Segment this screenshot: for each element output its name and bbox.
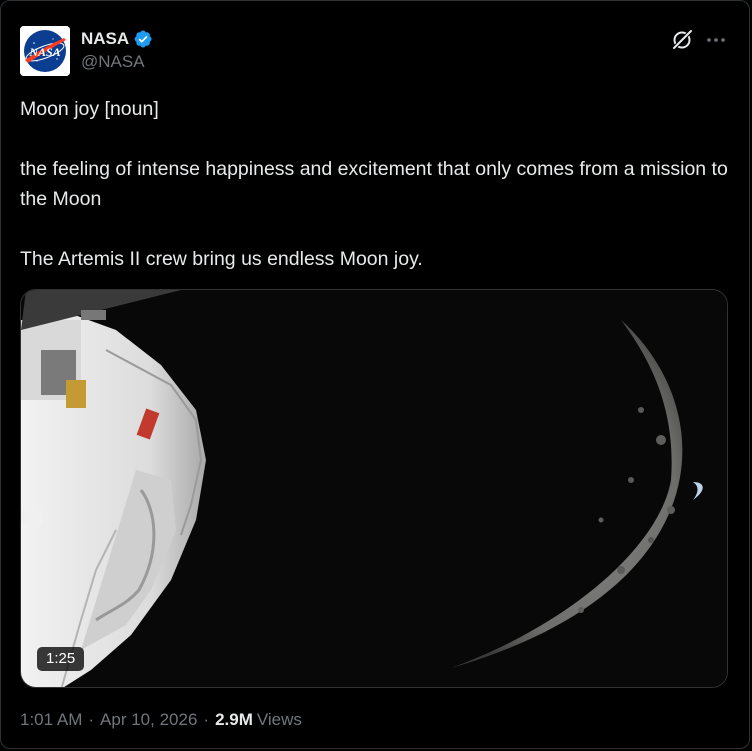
post-card: NASA NASA @NASA Moon joy [noun] the feel… [0,0,750,749]
nasa-logo-icon: NASA [20,26,70,76]
avatar-logo-text: NASA [28,45,60,59]
post-date[interactable]: Apr 10, 2026 [100,710,197,730]
tweet-line-title: Moon joy [noun] [20,98,159,120]
video-duration-badge: 1:25 [37,647,85,671]
meta-separator: · [88,710,95,729]
views-label: Views [256,710,302,729]
tweet-line-definition: the feeling of intense happiness and exc… [20,158,728,210]
meta-separator: · [203,710,210,729]
post-meta: 1:01 AM · Apr 10, 2026 · 2.9M Views [20,710,302,730]
verified-badge-icon[interactable] [133,29,153,49]
post-time[interactable]: 1:01 AM [20,710,82,730]
tweet-text: Moon joy [noun] the feeling of intense h… [20,94,732,274]
views-count: 2.9M [215,710,253,729]
author-display-name[interactable]: NASA [81,29,129,49]
grok-icon[interactable] [669,27,695,53]
more-horizontal-icon[interactable] [703,27,729,53]
author-handle[interactable]: @NASA [81,52,145,72]
video-player[interactable]: 1:25 [20,289,728,688]
video-thumbnail [21,290,727,687]
tweet-line-closing: The Artemis II crew bring us endless Moo… [20,248,423,270]
author-name-row: NASA [81,27,153,51]
avatar[interactable]: NASA [20,26,70,76]
